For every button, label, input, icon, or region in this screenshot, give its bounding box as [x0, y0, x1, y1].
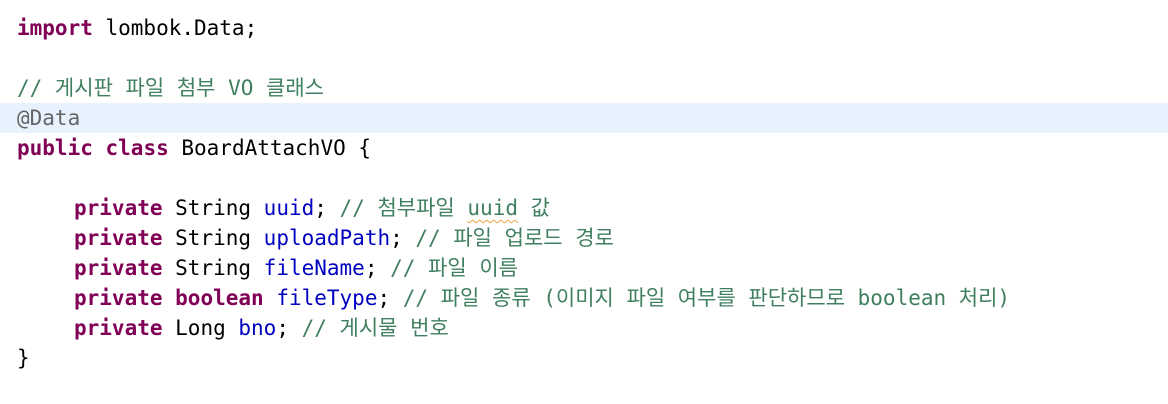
field-name: bno: [238, 316, 277, 340]
code-line-field-filename[interactable]: private String fileName; // 파일 이름: [0, 253, 1168, 283]
field-type: Long: [162, 316, 239, 340]
semicolon: ;: [390, 226, 416, 250]
code-line-class-comment[interactable]: // 게시판 파일 첨부 VO 클래스: [0, 73, 1168, 103]
field-comment: // 파일 업로드 경로: [415, 226, 614, 250]
code-line-field-uuid[interactable]: private String uuid; // 첨부파일 uuid 값: [0, 193, 1168, 223]
code-line-field-filetype[interactable]: private boolean fileType; // 파일 종류 (이미지 …: [0, 283, 1168, 313]
code-line-field-uploadpath[interactable]: private String uploadPath; // 파일 업로드 경로: [0, 223, 1168, 253]
keyword-private: private: [74, 286, 163, 310]
keyword-public: public: [17, 136, 93, 160]
keyword-private: private: [74, 196, 163, 220]
field-comment: // 게시물 번호: [301, 316, 449, 340]
keyword-private: private: [74, 226, 163, 250]
semicolon: ;: [276, 316, 302, 340]
keyword-class: class: [105, 136, 169, 160]
field-comment: // 파일 이름: [390, 256, 518, 280]
field-name: fileType: [276, 286, 378, 310]
field-type: String: [162, 256, 264, 280]
code-editor[interactable]: import lombok.Data; // 게시판 파일 첨부 VO 클래스 …: [0, 0, 1168, 404]
semicolon: ;: [364, 256, 391, 280]
semicolon: ;: [377, 286, 403, 310]
keyword-private: private: [74, 256, 163, 280]
keyword-private: private: [74, 316, 163, 340]
field-type: String: [162, 226, 264, 250]
field-comment-tail: 값: [517, 196, 550, 220]
field-type: String: [162, 196, 264, 220]
keyword-import: import: [17, 16, 93, 40]
code-line-field-bno[interactable]: private Long bno; // 게시물 번호: [0, 313, 1168, 343]
field-name: fileName: [263, 256, 365, 280]
code-line-class-declaration[interactable]: public class BoardAttachVO {: [0, 133, 1168, 163]
spelling-warning-word[interactable]: uuid: [467, 196, 518, 220]
field-name: uploadPath: [263, 226, 391, 250]
import-path: lombok.Data;: [92, 16, 258, 40]
field-name: uuid: [263, 196, 315, 220]
field-comment: // 첨부파일: [339, 196, 468, 220]
keyword-boolean: boolean: [162, 286, 264, 310]
code-line-import[interactable]: import lombok.Data;: [0, 13, 1168, 43]
closing-brace: }: [17, 346, 30, 370]
code-line-annotation[interactable]: @Data: [0, 103, 1168, 133]
field-comment: // 파일 종류 (이미지 파일 여부를 판단하므로 boolean 처리): [402, 286, 1011, 310]
code-line-closing-brace[interactable]: }: [0, 343, 1168, 373]
class-name: BoardAttachVO {: [168, 136, 372, 160]
class-comment: // 게시판 파일 첨부 VO 클래스: [17, 76, 324, 100]
semicolon: ;: [314, 196, 340, 220]
annotation-data: @Data: [17, 106, 81, 130]
